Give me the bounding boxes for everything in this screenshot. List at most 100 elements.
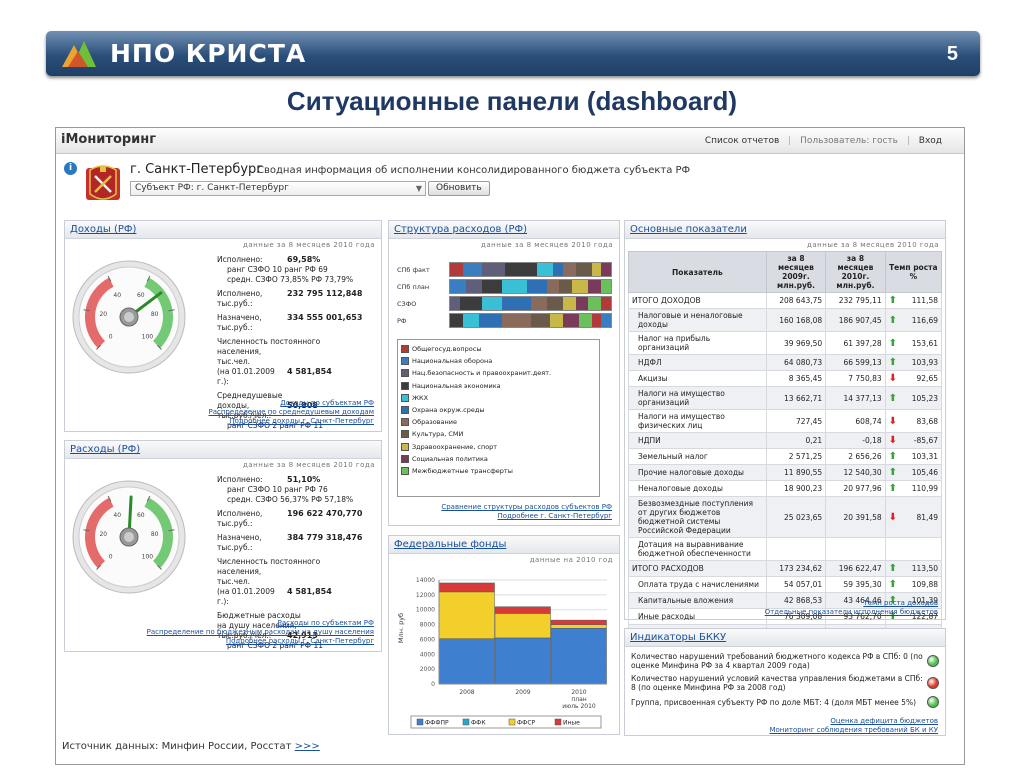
- kpi-panel: Основные показатели данные за 8 месяцев …: [624, 220, 946, 641]
- income-title-link[interactable]: Доходы (РФ): [65, 221, 381, 239]
- kpi-rate-cell: ⬆ 111,58: [884, 292, 943, 309]
- indicators-link-monitoring[interactable]: Мониторинг соблюдения требований БК и КУ: [769, 726, 938, 735]
- structure-legend: Общегосуд.вопросы Национальная оборона Нац…: [397, 339, 600, 497]
- kpi-value-2009: 13 662,71: [765, 386, 827, 410]
- kpi-rate-value: -85,67: [913, 436, 938, 445]
- structure-bar-segment: [527, 280, 547, 293]
- expenses-title-link[interactable]: Расходы (РФ): [65, 441, 381, 459]
- kpi-value-2010: 66 599,13: [825, 354, 886, 371]
- refresh-button[interactable]: Обновить: [428, 181, 490, 196]
- kpi-name-cell: Прочие налоговые доходы: [628, 464, 767, 481]
- funds-title-link[interactable]: Федеральные фонды: [389, 536, 619, 554]
- app-topbar: iМониторинг Список отчетов | Пользовател…: [56, 128, 964, 154]
- reports-link[interactable]: Список отчетов: [705, 136, 779, 146]
- income-link-distribution[interactable]: Распределение по среднедушевым доходам: [209, 408, 375, 417]
- y-tick-label: 6000: [420, 636, 435, 643]
- structure-bar-segment: [459, 297, 483, 310]
- gauge-hub-cap: [124, 312, 134, 322]
- structure-bar-segment: [450, 297, 460, 310]
- kpi-name-cell: Оплата труда с начислениями: [628, 576, 767, 593]
- kpi-value-2009: 54 057,01: [765, 576, 827, 593]
- kpi-date: данные за 8 месяцев 2010 года: [807, 241, 939, 249]
- kpi-name-cell: Дотация на выравнивание бюджетной обеспе…: [628, 537, 767, 561]
- structure-legend-item: Здравоохранение, спорт: [401, 441, 596, 453]
- y-tick-label: 10000: [416, 607, 435, 614]
- legend-label: ФФК: [471, 720, 486, 727]
- income-link-details[interactable]: Подробнее доходы г. Санкт-Петербург: [209, 417, 374, 426]
- legend-swatch: [401, 357, 409, 366]
- income-link-subjects[interactable]: Доходы по субъектам РФ: [209, 399, 374, 408]
- legend-label: ЖКХ: [412, 393, 429, 402]
- separator: |: [788, 136, 792, 146]
- structure-bar-segment: [450, 263, 463, 276]
- arrow-down-icon: ⬇: [888, 511, 898, 523]
- gauge-tick-label: 80: [151, 531, 159, 538]
- structure-link-compare[interactable]: Сравнение структуры расходов субъектов Р…: [441, 503, 612, 512]
- structure-bar-segment: [591, 263, 602, 276]
- indicator-text: Количество нарушений условий качества уп…: [631, 674, 923, 692]
- structure-bar-segment: [553, 263, 563, 276]
- label: Исполнено, тыс.руб.:: [217, 289, 263, 308]
- kpi-rate-cell: ⬇ 83,68: [884, 409, 943, 433]
- structure-link-details[interactable]: Подробнее г. Санкт-Петербург: [441, 512, 612, 521]
- slide-title: Ситуационные панели (dashboard): [286, 86, 738, 116]
- kpi-rate-cell: ⬆ 109,88: [884, 576, 943, 593]
- structure-bar: [449, 279, 612, 294]
- kpi-value-2009: 18 900,23: [765, 480, 827, 497]
- data-source-more-link[interactable]: >>>: [295, 741, 320, 752]
- gauge-tick-label: 0: [109, 333, 113, 340]
- legend-swatch: [462, 718, 470, 726]
- bar-segment: [550, 628, 607, 685]
- expenses-link-details[interactable]: Подробнее расходы г. Санкт-Петербург: [147, 637, 374, 646]
- gauge-tick-label: 40: [113, 292, 121, 299]
- legend-label: Национальная экономика: [412, 381, 501, 390]
- x-tick-label: 2009: [515, 689, 530, 696]
- structure-bar-segment: [482, 263, 505, 276]
- brand-name: НПО КРИСТА: [110, 39, 307, 68]
- structure-row-label: СПб план: [397, 282, 430, 291]
- indicators-title-link[interactable]: Индикаторы БККУ: [625, 629, 945, 647]
- topbar-links: Список отчетов | Пользователь: гость | В…: [699, 136, 942, 146]
- expenses-avg: средн. СЗФО 56,37% РФ 57,18%: [227, 495, 354, 504]
- income-panel: Доходы (РФ) данные за 8 месяцев 2010 год…: [64, 220, 382, 432]
- kpi-value-2010: 20 391,58: [825, 496, 886, 538]
- structure-bar-segment: [462, 263, 483, 276]
- login-link[interactable]: Вход: [919, 136, 942, 146]
- kpi-rate-cell: ⬆ 105,23: [884, 386, 943, 410]
- bar-segment: [550, 624, 607, 629]
- arrow-up-icon: ⬆: [888, 357, 898, 368]
- kpi-link-indicators[interactable]: Отдельные показатели исполнения бюджетов: [765, 608, 938, 617]
- kpi-rate-value: 81,49: [916, 512, 938, 522]
- income-avg: средн. СЗФО 73,85% РФ 73,79%: [227, 275, 354, 284]
- indicators-link-deficit[interactable]: Оценка дефицита бюджетов: [769, 717, 938, 726]
- structure-legend-item: ЖКХ: [401, 392, 596, 404]
- legend-label: Социальная политика: [412, 454, 488, 463]
- income-date: данные за 8 месяцев 2010 года: [243, 241, 375, 249]
- y-tick-label: 4000: [420, 651, 435, 658]
- expenses-link-distribution[interactable]: Распределение по бюджетным расходам на д…: [147, 628, 374, 637]
- indicator-row: Количество нарушений требований бюджетно…: [625, 650, 945, 672]
- legend-swatch: [401, 430, 409, 439]
- kpi-rate-cell: ⬆ 116,69: [884, 308, 943, 332]
- kpi-value-2009: 208 643,75: [765, 292, 827, 309]
- expenses-link-subjects[interactable]: Расходы по субъектам РФ: [147, 619, 374, 628]
- structure-bar-segment: [530, 314, 550, 327]
- structure-title-link[interactable]: Структура расходов (РФ): [389, 221, 619, 239]
- gauge-tick-label: 40: [113, 512, 121, 519]
- kpi-value-2010: 232 795,11: [825, 292, 886, 309]
- structure-row-label: РФ: [397, 316, 407, 325]
- kpi-link-growth[interactable]: Темп роста доходов: [765, 599, 938, 608]
- kpi-title-link[interactable]: Основные показатели: [625, 221, 945, 239]
- label: (на 01.01.2009 г.):: [217, 587, 275, 606]
- arrow-up-icon: ⬆: [888, 295, 898, 306]
- kpi-value-2010: -0,18: [825, 432, 886, 449]
- kpi-value-2009: 64 080,73: [765, 354, 827, 371]
- legend-swatch: [401, 345, 409, 354]
- subject-select[interactable]: Субъект РФ: г. Санкт-Петербург ▼: [130, 181, 426, 196]
- structure-bar: [449, 262, 612, 277]
- info-icon[interactable]: i: [64, 162, 77, 175]
- kpi-table: Показатель за 8 месяцев 2009г. млн.руб. за…: [628, 251, 943, 641]
- legend-swatch: [401, 369, 409, 378]
- structure-legend-item: Национальная экономика: [401, 380, 596, 392]
- indicators-panel: Индикаторы БККУ Количество нарушений тре…: [624, 628, 946, 736]
